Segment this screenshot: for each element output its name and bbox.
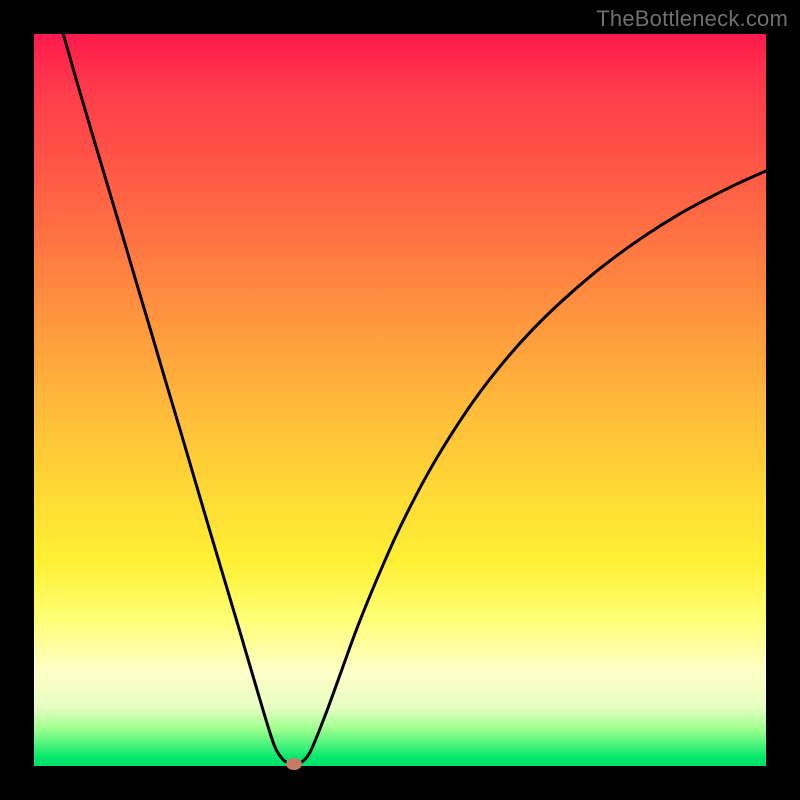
plot-area xyxy=(34,34,766,766)
bottleneck-curve xyxy=(34,34,766,766)
outer-frame: TheBottleneck.com xyxy=(0,0,800,800)
optimum-marker xyxy=(286,758,302,770)
watermark-text: TheBottleneck.com xyxy=(596,6,788,32)
